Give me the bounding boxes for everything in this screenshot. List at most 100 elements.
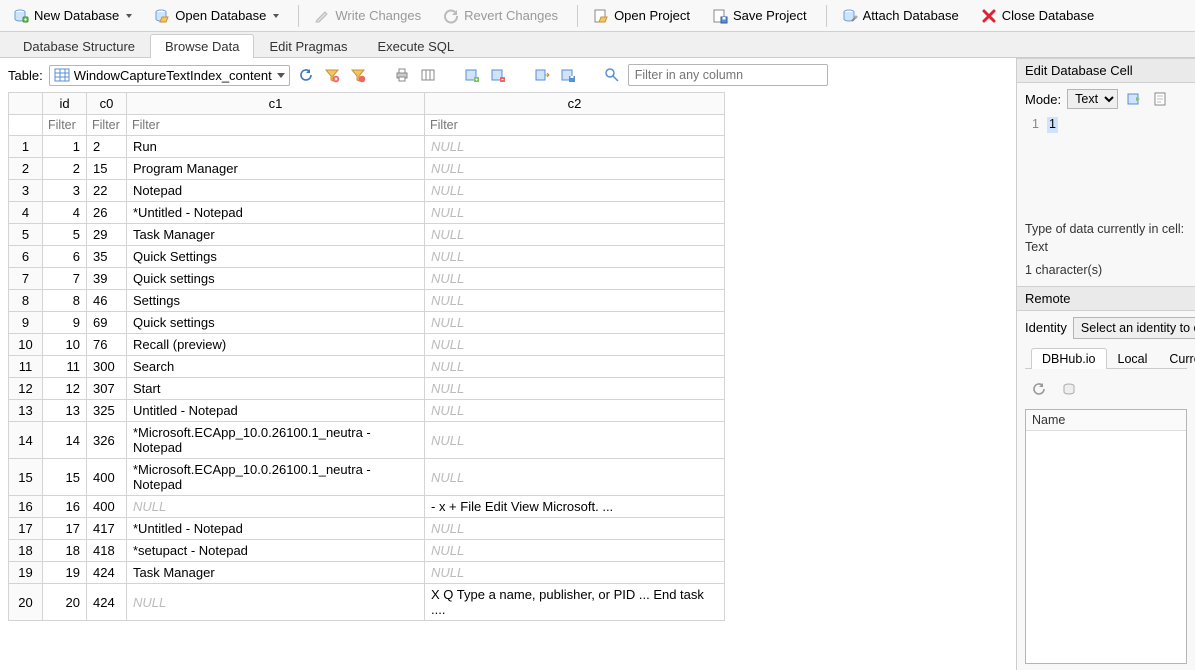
filter-c0-input[interactable] (87, 115, 126, 135)
goto-record-button[interactable] (532, 65, 552, 85)
table-cell[interactable]: Start (127, 378, 425, 400)
export-button[interactable] (558, 65, 578, 85)
table-cell[interactable]: 20 (43, 584, 87, 621)
table-cell[interactable]: NULL (127, 496, 425, 518)
table-cell[interactable]: 424 (87, 584, 127, 621)
table-cell[interactable]: NULL (425, 459, 725, 496)
table-cell[interactable]: NULL (425, 518, 725, 540)
table-row[interactable]: 2020424NULLX Q Type a name, publisher, o… (9, 584, 725, 621)
table-cell[interactable]: 13 (9, 400, 43, 422)
remote-tab-current[interactable]: Curren (1158, 348, 1195, 369)
table-cell[interactable]: NULL (425, 562, 725, 584)
filter-c2-input[interactable] (425, 115, 724, 135)
table-row[interactable]: 1111300SearchNULL (9, 356, 725, 378)
table-cell[interactable]: 4 (9, 202, 43, 224)
delete-record-button[interactable] (488, 65, 508, 85)
table-cell[interactable]: 14 (9, 422, 43, 459)
table-cell[interactable]: Quick Settings (127, 246, 425, 268)
table-cell[interactable]: 7 (9, 268, 43, 290)
table-cell[interactable]: 14 (43, 422, 87, 459)
table-cell[interactable]: 3 (9, 180, 43, 202)
close-database-button[interactable]: Close Database (972, 4, 1104, 28)
table-cell[interactable]: 8 (9, 290, 43, 312)
table-row[interactable]: 1515400*Microsoft.ECApp_10.0.26100.1_neu… (9, 459, 725, 496)
grid-header-c2[interactable]: c2 (425, 93, 725, 115)
table-cell[interactable]: 418 (87, 540, 127, 562)
cell-editor[interactable]: 1 1 (1025, 115, 1187, 215)
tab-browse-data[interactable]: Browse Data (150, 34, 254, 58)
grid-header-id[interactable]: id (43, 93, 87, 115)
table-cell[interactable]: Quick settings (127, 312, 425, 334)
table-cell[interactable]: 400 (87, 459, 127, 496)
attach-database-button[interactable]: Attach Database (833, 4, 968, 28)
table-row[interactable]: 7739Quick settingsNULL (9, 268, 725, 290)
table-row[interactable]: 1919424Task ManagerNULL (9, 562, 725, 584)
table-cell[interactable]: 6 (43, 246, 87, 268)
table-cell[interactable]: NULL (425, 400, 725, 422)
table-cell[interactable]: 69 (87, 312, 127, 334)
table-cell[interactable]: NULL (425, 158, 725, 180)
table-cell[interactable]: X Q Type a name, publisher, or PID ... E… (425, 584, 725, 621)
clear-filters-button[interactable] (322, 65, 342, 85)
table-cell[interactable]: 417 (87, 518, 127, 540)
table-cell[interactable]: *Microsoft.ECApp_10.0.26100.1_neutra - N… (127, 422, 425, 459)
table-cell[interactable]: NULL (425, 136, 725, 158)
table-cell[interactable]: *Untitled - Notepad (127, 202, 425, 224)
table-cell[interactable]: Task Manager (127, 224, 425, 246)
table-cell[interactable]: 13 (43, 400, 87, 422)
table-cell[interactable]: NULL (425, 224, 725, 246)
table-cell[interactable]: 3 (43, 180, 87, 202)
open-project-button[interactable]: Open Project (584, 4, 699, 28)
table-cell[interactable]: 20 (9, 584, 43, 621)
table-cell[interactable]: *Untitled - Notepad (127, 518, 425, 540)
table-cell[interactable]: 18 (43, 540, 87, 562)
table-cell[interactable]: 9 (9, 312, 43, 334)
table-row[interactable]: 3322NotepadNULL (9, 180, 725, 202)
table-cell[interactable]: 15 (43, 459, 87, 496)
table-row[interactable]: 1717417*Untitled - NotepadNULL (9, 518, 725, 540)
table-cell[interactable]: 19 (9, 562, 43, 584)
identity-select[interactable]: Select an identity to con (1073, 317, 1195, 339)
table-cell[interactable]: 424 (87, 562, 127, 584)
table-row[interactable]: 8846SettingsNULL (9, 290, 725, 312)
tab-edit-pragmas[interactable]: Edit Pragmas (254, 34, 362, 58)
table-cell[interactable]: 8 (43, 290, 87, 312)
table-cell[interactable]: Run (127, 136, 425, 158)
table-row[interactable]: 5529Task ManagerNULL (9, 224, 725, 246)
insert-record-button[interactable] (462, 65, 482, 85)
find-button[interactable] (602, 65, 622, 85)
table-cell[interactable]: 17 (9, 518, 43, 540)
table-cell[interactable]: Program Manager (127, 158, 425, 180)
table-cell[interactable]: 16 (43, 496, 87, 518)
table-cell[interactable]: 17 (43, 518, 87, 540)
table-cell[interactable]: 1 (9, 136, 43, 158)
table-row[interactable]: 4426*Untitled - NotepadNULL (9, 202, 725, 224)
data-grid-wrap[interactable]: id c0 c1 c2 112RunNULL2215Program Manage… (0, 92, 1016, 670)
remote-refresh-button[interactable] (1029, 379, 1049, 399)
table-cell[interactable]: 46 (87, 290, 127, 312)
grid-header-rownum[interactable] (9, 93, 43, 115)
table-cell[interactable]: NULL (425, 268, 725, 290)
table-cell[interactable]: 15 (87, 158, 127, 180)
table-cell[interactable]: 16 (9, 496, 43, 518)
table-cell[interactable]: 326 (87, 422, 127, 459)
table-row[interactable]: 1313325Untitled - NotepadNULL (9, 400, 725, 422)
filter-c1-input[interactable] (127, 115, 424, 135)
table-cell[interactable]: 35 (87, 246, 127, 268)
table-cell[interactable]: 10 (9, 334, 43, 356)
table-cell[interactable]: *Microsoft.ECApp_10.0.26100.1_neutra - N… (127, 459, 425, 496)
tab-database-structure[interactable]: Database Structure (8, 34, 150, 58)
table-cell[interactable]: NULL (425, 202, 725, 224)
table-row[interactable]: 9969Quick settingsNULL (9, 312, 725, 334)
table-cell[interactable]: 12 (43, 378, 87, 400)
table-cell[interactable]: NULL (425, 290, 725, 312)
remote-push-button[interactable] (1059, 379, 1079, 399)
grid-header-c1[interactable]: c1 (127, 93, 425, 115)
table-cell[interactable]: Untitled - Notepad (127, 400, 425, 422)
table-cell[interactable]: Task Manager (127, 562, 425, 584)
table-cell[interactable]: NULL (425, 378, 725, 400)
table-row[interactable]: 1212307StartNULL (9, 378, 725, 400)
table-cell[interactable]: 26 (87, 202, 127, 224)
table-cell[interactable]: Notepad (127, 180, 425, 202)
table-select-input[interactable]: WindowCaptureTextIndex_content (74, 67, 273, 84)
